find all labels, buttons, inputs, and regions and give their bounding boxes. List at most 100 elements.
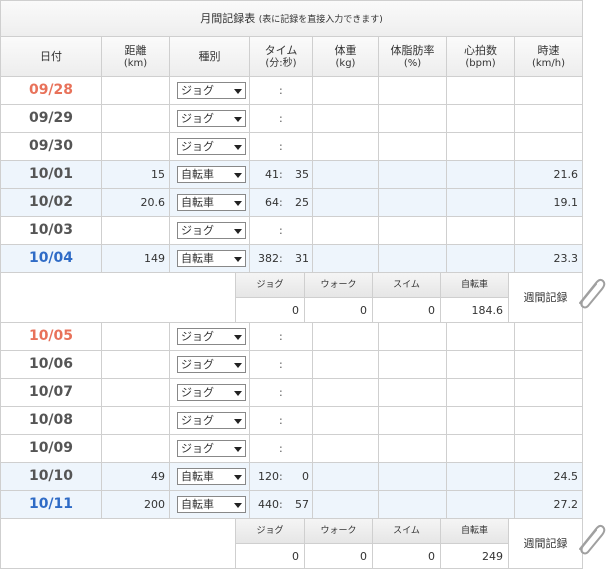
type-select[interactable]: ジョグ	[177, 82, 246, 99]
body-fat-cell[interactable]	[379, 217, 447, 245]
time-cell[interactable]: :	[250, 351, 313, 379]
time-cell[interactable]: 120: 0	[250, 463, 313, 491]
summary-label: 自転車	[441, 519, 509, 544]
type-select[interactable]: ジョグ	[177, 110, 246, 127]
heart-rate-cell[interactable]	[447, 161, 515, 189]
chevron-down-icon	[234, 89, 242, 94]
distance-cell[interactable]: 15	[102, 161, 170, 189]
type-select-value: ジョグ	[181, 386, 214, 399]
type-select[interactable]: ジョグ	[177, 412, 246, 429]
heart-rate-cell[interactable]	[447, 77, 515, 105]
type-select[interactable]: 自転車	[177, 194, 246, 211]
body-fat-cell[interactable]	[379, 161, 447, 189]
distance-cell[interactable]	[102, 217, 170, 245]
time-cell[interactable]: :	[250, 435, 313, 463]
heart-rate-cell[interactable]	[447, 105, 515, 133]
type-select-value: ジョグ	[181, 224, 214, 237]
body-fat-cell[interactable]	[379, 435, 447, 463]
speed-cell: 19.1	[515, 189, 583, 217]
time-cell[interactable]: 382:31	[250, 245, 313, 273]
type-select[interactable]: 自転車	[177, 496, 246, 513]
distance-cell[interactable]	[102, 77, 170, 105]
distance-cell[interactable]	[102, 407, 170, 435]
type-select[interactable]: ジョグ	[177, 356, 246, 373]
time-cell[interactable]: :	[250, 77, 313, 105]
type-select-value: ジョグ	[181, 140, 214, 153]
weight-cell[interactable]	[313, 245, 379, 273]
type-select[interactable]: 自転車	[177, 250, 246, 267]
day-row: 10/08 ジョグ:	[0, 407, 583, 435]
weight-cell[interactable]	[313, 105, 379, 133]
type-select[interactable]: 自転車	[177, 166, 246, 183]
type-select[interactable]: ジョグ	[177, 440, 246, 457]
time-colon: :	[279, 252, 283, 265]
body-fat-cell[interactable]	[379, 407, 447, 435]
body-fat-cell[interactable]	[379, 379, 447, 407]
body-fat-cell[interactable]	[379, 133, 447, 161]
type-select-value: 自転車	[181, 498, 214, 511]
body-fat-cell[interactable]	[379, 491, 447, 519]
time-cell[interactable]: :	[250, 323, 313, 351]
body-fat-cell[interactable]	[379, 351, 447, 379]
type-select[interactable]: ジョグ	[177, 328, 246, 345]
body-fat-cell[interactable]	[379, 245, 447, 273]
type-select[interactable]: ジョグ	[177, 138, 246, 155]
heart-rate-cell[interactable]	[447, 463, 515, 491]
distance-cell[interactable]: 200	[102, 491, 170, 519]
column-header: 体重 (kg)	[313, 37, 379, 77]
heart-rate-cell[interactable]	[447, 491, 515, 519]
body-fat-cell[interactable]	[379, 105, 447, 133]
weight-cell[interactable]	[313, 435, 379, 463]
time-cell[interactable]: :	[250, 407, 313, 435]
body-fat-cell[interactable]	[379, 189, 447, 217]
time-cell[interactable]: :	[250, 133, 313, 161]
heart-rate-cell[interactable]	[447, 217, 515, 245]
body-fat-cell[interactable]	[379, 463, 447, 491]
distance-cell[interactable]: 149	[102, 245, 170, 273]
distance-cell[interactable]	[102, 379, 170, 407]
body-fat-cell[interactable]	[379, 323, 447, 351]
time-cell[interactable]: :	[250, 217, 313, 245]
heart-rate-cell[interactable]	[447, 379, 515, 407]
type-cell: 自転車	[170, 161, 250, 189]
heart-rate-cell[interactable]	[447, 351, 515, 379]
type-select[interactable]: ジョグ	[177, 384, 246, 401]
weight-cell[interactable]	[313, 463, 379, 491]
distance-cell[interactable]	[102, 351, 170, 379]
heart-rate-cell[interactable]	[447, 323, 515, 351]
weight-cell[interactable]	[313, 189, 379, 217]
weight-cell[interactable]	[313, 379, 379, 407]
weight-cell[interactable]	[313, 351, 379, 379]
distance-cell[interactable]	[102, 105, 170, 133]
heart-rate-cell[interactable]	[447, 245, 515, 273]
distance-cell[interactable]: 49	[102, 463, 170, 491]
heart-rate-cell[interactable]	[447, 435, 515, 463]
time-cell[interactable]: :	[250, 105, 313, 133]
type-select-value: ジョグ	[181, 330, 214, 343]
weight-cell[interactable]	[313, 77, 379, 105]
speed-cell	[515, 77, 583, 105]
time-cell[interactable]: 64:25	[250, 189, 313, 217]
heart-rate-cell[interactable]	[447, 407, 515, 435]
distance-cell[interactable]: 20.6	[102, 189, 170, 217]
weight-cell[interactable]	[313, 133, 379, 161]
weight-cell[interactable]	[313, 161, 379, 189]
time-cell[interactable]: 41:35	[250, 161, 313, 189]
time-seconds: 57	[295, 498, 309, 511]
time-cell[interactable]: 440:57	[250, 491, 313, 519]
heart-rate-cell[interactable]	[447, 189, 515, 217]
type-select[interactable]: ジョグ	[177, 222, 246, 239]
distance-cell[interactable]	[102, 133, 170, 161]
time-cell[interactable]: :	[250, 379, 313, 407]
distance-cell[interactable]	[102, 323, 170, 351]
weight-cell[interactable]	[313, 323, 379, 351]
distance-cell[interactable]	[102, 435, 170, 463]
weight-cell[interactable]	[313, 491, 379, 519]
body-fat-cell[interactable]	[379, 77, 447, 105]
type-select-value: ジョグ	[181, 442, 214, 455]
type-select[interactable]: 自転車	[177, 468, 246, 485]
weight-cell[interactable]	[313, 217, 379, 245]
heart-rate-cell[interactable]	[447, 133, 515, 161]
weight-cell[interactable]	[313, 407, 379, 435]
time-colon: :	[279, 386, 283, 399]
